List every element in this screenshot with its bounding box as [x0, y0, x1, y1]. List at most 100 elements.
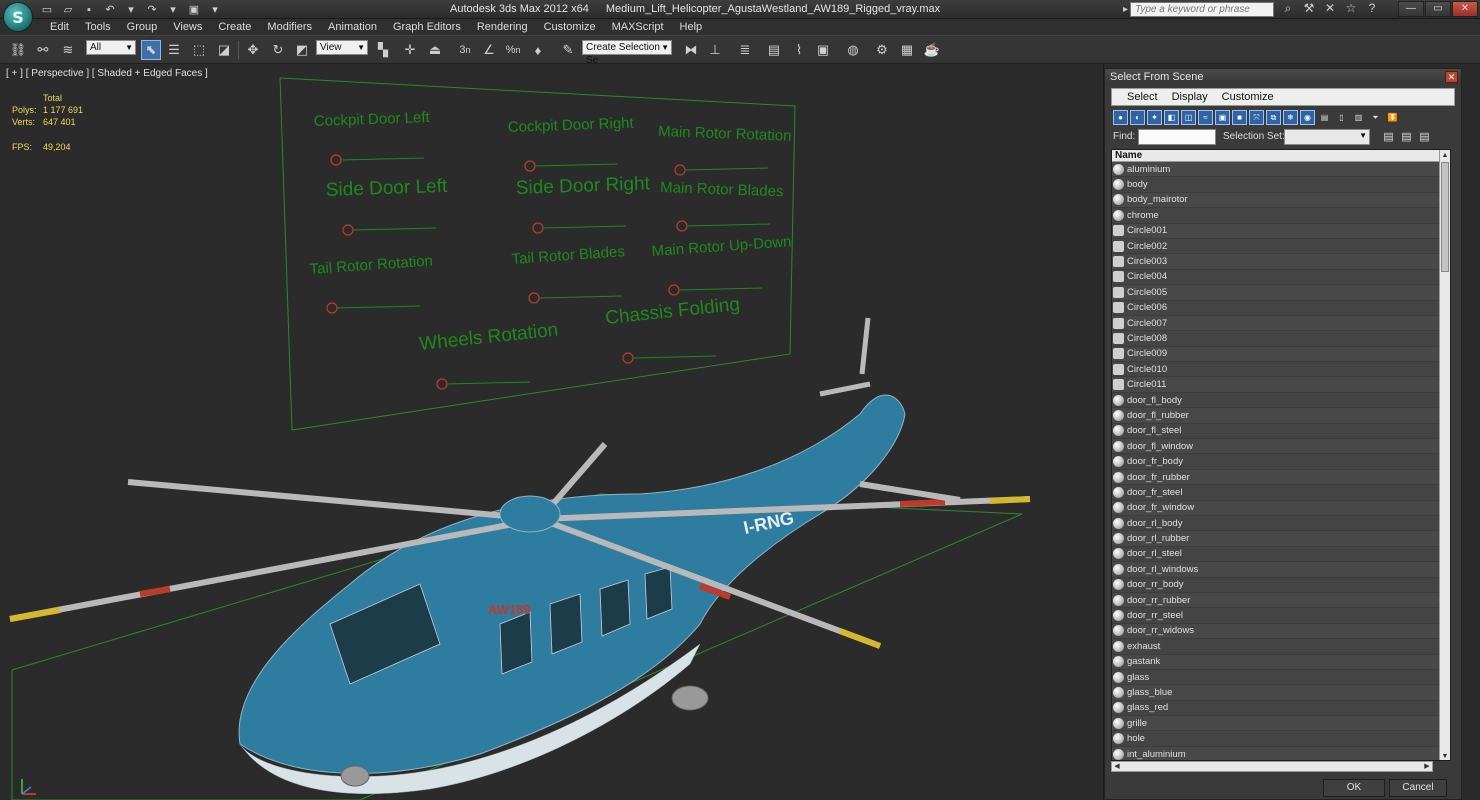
redo-dropdown-icon[interactable]: ▾: [164, 2, 182, 17]
display-geometry-icon[interactable]: ●: [1113, 110, 1128, 125]
list-item[interactable]: door_fr_rubber: [1112, 469, 1450, 486]
rendered-frame-window-icon[interactable]: ▦: [897, 40, 917, 60]
list-item[interactable]: body: [1112, 177, 1450, 193]
filter-icon[interactable]: ⏷: [1368, 110, 1383, 125]
list-item[interactable]: body_mairotor: [1112, 192, 1450, 209]
display-frozen-icon[interactable]: ❄: [1283, 110, 1298, 125]
graphite-toolbar-icon[interactable]: ▤: [764, 40, 784, 60]
list-item[interactable]: Circle009: [1112, 346, 1450, 363]
align-icon[interactable]: ⊥: [705, 40, 725, 60]
list-item[interactable]: door_fl_window: [1112, 439, 1450, 455]
list-item[interactable]: grille: [1112, 716, 1450, 732]
spinner-snap-icon[interactable]: ♦: [528, 40, 548, 60]
subscription-icon[interactable]: ⚒: [1301, 1, 1317, 17]
rig-slider-handle[interactable]: [668, 284, 680, 296]
display-invert-icon[interactable]: ▥: [1351, 110, 1366, 125]
open-file-icon[interactable]: ▱: [59, 2, 77, 17]
select-all-icon[interactable]: ▤: [1381, 129, 1396, 144]
redo-icon[interactable]: ↷: [143, 2, 161, 17]
scroll-thumb[interactable]: [1441, 162, 1449, 272]
select-and-move-icon[interactable]: ✥: [243, 40, 263, 60]
undo-dropdown-icon[interactable]: ▾: [122, 2, 140, 17]
close-button[interactable]: ✕: [1452, 1, 1478, 17]
material-editor-icon[interactable]: ◍: [843, 40, 863, 60]
ok-button[interactable]: OK: [1323, 779, 1385, 797]
menu-item-animation[interactable]: Animation: [320, 20, 385, 34]
display-lights-icon[interactable]: ✦: [1147, 110, 1162, 125]
rig-slider-handle[interactable]: [330, 154, 342, 166]
menu-item-graph-editors[interactable]: Graph Editors: [385, 20, 469, 34]
qa-customize-icon[interactable]: ▾: [206, 2, 224, 17]
list-item[interactable]: door_fl_steel: [1112, 424, 1450, 440]
list-item[interactable]: exhaust: [1112, 639, 1450, 655]
select-and-scale-icon[interactable]: ◩: [292, 40, 312, 60]
list-item[interactable]: door_rl_steel: [1112, 547, 1450, 563]
render-setup-icon[interactable]: ⚙: [872, 40, 892, 60]
cancel-button[interactable]: Cancel: [1389, 779, 1447, 797]
menu-item-maxscript[interactable]: MAXScript: [604, 20, 672, 34]
list-item[interactable]: aluminium: [1112, 162, 1450, 178]
list-item[interactable]: Circle005: [1112, 285, 1450, 301]
dialog-menu-select[interactable]: Select: [1120, 89, 1165, 105]
menu-item-views[interactable]: Views: [165, 20, 210, 34]
select-and-rotate-icon[interactable]: ↻: [268, 40, 288, 60]
display-bones-icon[interactable]: ⤧: [1249, 110, 1264, 125]
menu-item-help[interactable]: Help: [672, 20, 711, 34]
layer-manager-icon[interactable]: ≣: [735, 40, 755, 60]
scroll-left-icon[interactable]: ◀: [1112, 762, 1122, 772]
rig-slider-handle[interactable]: [524, 160, 536, 172]
undo-icon[interactable]: ↶: [101, 2, 119, 17]
dialog-title-bar[interactable]: Select From Scene ✕: [1105, 69, 1461, 85]
viewport-label[interactable]: [ + ] [ Perspective ] [ Shaded + Edged F…: [6, 68, 208, 79]
scroll-right-icon[interactable]: ▶: [1422, 762, 1432, 772]
rig-slider-handle[interactable]: [528, 292, 540, 304]
selection-filter-dropdown[interactable]: All ▼: [86, 40, 136, 55]
list-item[interactable]: hole: [1112, 731, 1450, 747]
angle-snap-icon[interactable]: ∠: [479, 40, 499, 60]
list-item[interactable]: door_rl_windows: [1112, 562, 1450, 578]
display-xrefs-icon[interactable]: ■: [1232, 110, 1247, 125]
list-item[interactable]: door_rr_widows: [1112, 623, 1450, 640]
curve-editor-icon[interactable]: ⌇: [789, 40, 809, 60]
list-item[interactable]: door_rl_rubber: [1112, 531, 1450, 547]
list-item[interactable]: Circle007: [1112, 315, 1450, 332]
list-item[interactable]: Circle003: [1112, 254, 1450, 270]
communication-icon[interactable]: ✕: [1322, 1, 1338, 17]
display-all-icon[interactable]: ▤: [1317, 110, 1332, 125]
dialog-close-button[interactable]: ✕: [1445, 71, 1458, 83]
list-item[interactable]: door_rl_body: [1112, 516, 1450, 532]
select-invert-icon[interactable]: ▤: [1417, 129, 1432, 144]
list-vertical-scrollbar[interactable]: ▲ ▼: [1439, 150, 1450, 760]
list-item[interactable]: gastank: [1112, 654, 1450, 670]
display-shapes-icon[interactable]: ◐: [1130, 110, 1145, 125]
bind-to-space-warp-icon[interactable]: ≋: [58, 40, 78, 60]
list-item[interactable]: door_fr_window: [1112, 500, 1450, 516]
snaps-toggle-icon[interactable]: 3n: [455, 40, 475, 60]
select-none-icon[interactable]: ▤: [1399, 129, 1414, 144]
menu-item-tools[interactable]: Tools: [77, 20, 119, 34]
perspective-viewport[interactable]: AW189 I-RNG Cockpit Door Left Cockpit Doo…: [0, 64, 1104, 800]
name-column-header[interactable]: Name: [1112, 150, 1450, 162]
list-item[interactable]: chrome: [1112, 208, 1450, 224]
list-item[interactable]: Circle006: [1112, 301, 1450, 316]
minimize-button[interactable]: —: [1398, 1, 1424, 17]
menu-item-modifiers[interactable]: Modifiers: [259, 20, 320, 34]
filter-options-icon[interactable]: ⏬: [1385, 110, 1400, 125]
dialog-menu-display[interactable]: Display: [1165, 89, 1215, 105]
select-by-name-icon[interactable]: ☰: [164, 40, 184, 60]
rig-slider-handle[interactable]: [674, 164, 686, 176]
display-none-icon[interactable]: ▯: [1334, 110, 1349, 125]
edit-named-selection-icon[interactable]: ✎: [558, 40, 578, 60]
search-expand-icon[interactable]: ▸: [1123, 4, 1128, 15]
scroll-up-icon[interactable]: ▲: [1440, 150, 1450, 161]
rig-slider-handle[interactable]: [436, 378, 448, 390]
list-item[interactable]: door_fr_steel: [1112, 485, 1450, 501]
render-production-icon[interactable]: ☕: [922, 40, 942, 60]
list-item[interactable]: Circle004: [1112, 270, 1450, 286]
rectangular-selection-icon[interactable]: ⬚: [189, 40, 209, 60]
menu-item-customize[interactable]: Customize: [536, 20, 604, 34]
list-item[interactable]: door_rr_steel: [1112, 608, 1450, 624]
list-item[interactable]: door_fl_rubber: [1112, 408, 1450, 424]
new-file-icon[interactable]: ▭: [38, 2, 56, 17]
dialog-menu-customize[interactable]: Customize: [1215, 89, 1281, 105]
